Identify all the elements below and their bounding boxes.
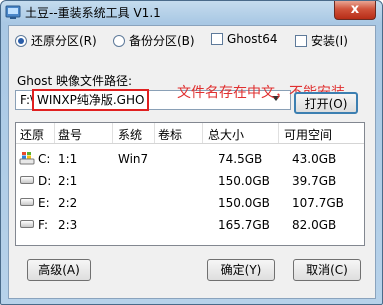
ghost64-option[interactable]: Ghost64 xyxy=(211,32,277,46)
cell-free-space: 107.7GB xyxy=(292,196,344,210)
close-button[interactable]: x xyxy=(334,1,376,20)
main-panel: 还原分区(R) 备份分区(B) Ghost64 安装(I) Ghost 映像文件… xyxy=(8,25,376,299)
table-header: 还原 盘号 系统 卷标 总大小 可用空间 xyxy=(16,123,364,144)
cell-system: Win7 xyxy=(118,152,149,166)
restore-radio[interactable] xyxy=(15,34,27,47)
cell-disk-number: 2:3 xyxy=(58,218,78,232)
cell-total-size: 150.0GB xyxy=(218,196,270,210)
install-option[interactable]: 安装(I) xyxy=(295,32,348,49)
col-disk-number[interactable]: 盘号 xyxy=(58,126,82,143)
cell-disk-number: 2:2 xyxy=(58,196,78,210)
cell-free-space: 82.0GB xyxy=(292,218,337,232)
ok-button[interactable]: 确定(Y) xyxy=(207,259,275,281)
cancel-button[interactable]: 取消(C) xyxy=(293,259,361,281)
table-row[interactable]: F: 2:3 165.7GB 82.0GB xyxy=(16,215,364,235)
cell-total-size: 165.7GB xyxy=(218,218,270,232)
app-window: 土豆--重装系统工具 V1.1 x 还原分区(R) 备份分区(B) Ghost6… xyxy=(0,0,383,305)
drive-icon xyxy=(20,198,34,206)
backup-radio[interactable] xyxy=(113,34,125,47)
table-row[interactable]: C: 1:1 Win7 74.5GB 43.0GB xyxy=(16,149,364,169)
install-label: 安装(I) xyxy=(311,34,348,48)
cell-drive: E: xyxy=(38,196,50,210)
cell-disk-number: 2:1 xyxy=(58,174,78,188)
window-title: 土豆--重装系统工具 V1.1 xyxy=(25,6,161,20)
partition-table[interactable]: 还原 盘号 系统 卷标 总大小 可用空间 C: 1:1 Win7 74.5GB … xyxy=(15,122,365,246)
cell-total-size: 150.0GB xyxy=(218,174,270,188)
col-total-size[interactable]: 总大小 xyxy=(208,126,244,143)
col-restore[interactable]: 还原 xyxy=(20,126,44,143)
restore-label: 还原分区(R) xyxy=(31,34,97,48)
ghost64-checkbox[interactable] xyxy=(211,33,223,45)
title-bar[interactable]: 土豆--重装系统工具 V1.1 x xyxy=(1,1,382,23)
backup-partition-option[interactable]: 备份分区(B) xyxy=(113,32,195,49)
cell-free-space: 43.0GB xyxy=(292,152,337,166)
path-filename-highlight: WINXP纯净版.GHO xyxy=(32,89,150,111)
col-free-space[interactable]: 可用空间 xyxy=(284,126,332,143)
advanced-button[interactable]: 高级(A) xyxy=(27,259,91,281)
ghost-path-label: Ghost 映像文件路径: xyxy=(17,74,133,88)
table-row[interactable]: D: 2:1 150.0GB 39.7GB xyxy=(16,171,364,191)
app-icon xyxy=(5,5,21,19)
windows-drive-icon xyxy=(19,152,35,165)
col-system[interactable]: 系统 xyxy=(118,126,142,143)
cell-total-size: 74.5GB xyxy=(218,152,263,166)
backup-label: 备份分区(B) xyxy=(129,34,195,48)
table-row[interactable]: E: 2:2 150.0GB 107.7GB xyxy=(16,193,364,213)
ghost64-label: Ghost64 xyxy=(227,32,278,46)
cell-disk-number: 1:1 xyxy=(58,152,78,166)
drive-icon xyxy=(20,176,34,184)
col-volume-label[interactable]: 卷标 xyxy=(158,126,182,143)
drive-icon xyxy=(20,220,34,228)
cell-drive: D: xyxy=(38,174,52,188)
cell-drive: C: xyxy=(38,152,51,166)
install-checkbox[interactable] xyxy=(295,34,307,47)
open-button[interactable]: 打开(O) xyxy=(294,92,358,114)
restore-partition-option[interactable]: 还原分区(R) xyxy=(15,32,97,49)
cell-drive: F: xyxy=(38,218,49,232)
cell-free-space: 39.7GB xyxy=(292,174,337,188)
